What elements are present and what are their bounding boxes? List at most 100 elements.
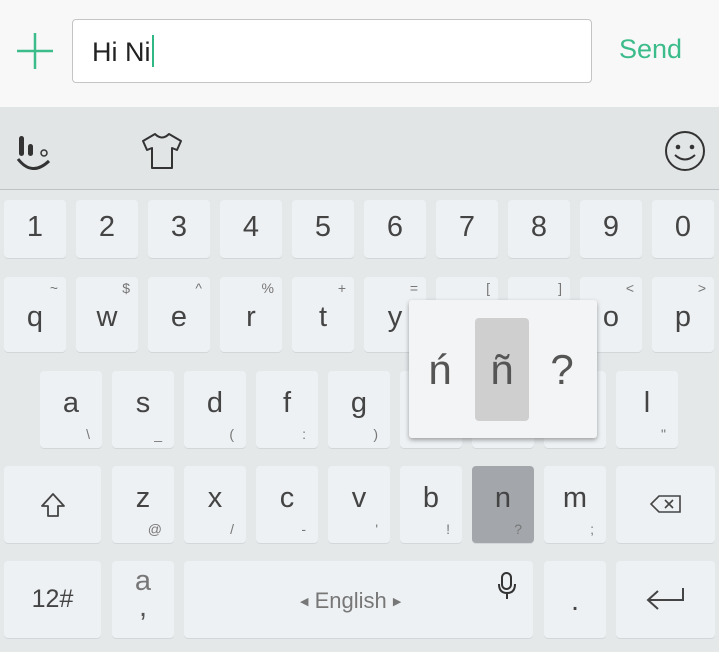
key-hint: ,	[138, 591, 148, 623]
key-hint: _	[154, 426, 162, 442]
enter-key[interactable]	[616, 561, 715, 638]
key-1[interactable]: 1	[4, 200, 66, 258]
key-label: 7	[458, 211, 476, 243]
key-label: m	[562, 482, 588, 514]
key-n[interactable]: n?	[472, 466, 534, 543]
key-label: v	[351, 482, 367, 514]
key-9[interactable]: 9	[580, 200, 642, 258]
key-label: f	[282, 387, 292, 419]
message-composer: Hi Ni Send	[0, 0, 719, 107]
key-hint: ]	[558, 280, 562, 296]
key-hint: \	[86, 426, 90, 442]
key-hint: +	[337, 280, 346, 296]
key-v[interactable]: v '	[328, 466, 390, 543]
key-label: d	[206, 387, 224, 419]
language-prev-icon[interactable]: ◀	[300, 596, 308, 608]
key-t[interactable]: t +	[292, 277, 354, 352]
space-key[interactable]: ◀ English ▶	[184, 561, 533, 638]
key-label: g	[350, 387, 368, 419]
key-label: 0	[674, 211, 692, 243]
key-b[interactable]: b!	[400, 466, 462, 543]
space-language-label: English	[314, 588, 387, 613]
key-s[interactable]: s _	[112, 371, 174, 448]
keyboard-toolbar	[0, 107, 719, 190]
microphone-icon[interactable]	[496, 571, 518, 601]
key-hint: %	[261, 280, 274, 296]
key-label: 12#	[31, 585, 74, 613]
key-hint: ^	[195, 280, 202, 296]
key-g[interactable]: g)	[328, 371, 390, 448]
key-hint: !	[446, 521, 450, 537]
key-l[interactable]: l "	[616, 371, 678, 448]
key-label: 9	[602, 211, 620, 243]
key-label: 5	[314, 211, 332, 243]
send-button[interactable]: Send	[619, 34, 682, 65]
key-hint: -	[301, 521, 306, 537]
key-hint: $	[122, 280, 130, 296]
key-x[interactable]: x /	[184, 466, 246, 543]
key-8[interactable]: 8	[508, 200, 570, 258]
touchpal-logo-icon[interactable]	[15, 133, 53, 173]
key-hint: @	[147, 521, 162, 537]
language-next-icon[interactable]: ▶	[393, 596, 401, 608]
key-label: 4	[242, 211, 260, 243]
key-label: 6	[386, 211, 404, 243]
key-label: n	[494, 482, 512, 514]
key-2[interactable]: 2	[76, 200, 138, 258]
key-w[interactable]: w $	[76, 277, 138, 352]
key-label: 2	[98, 211, 116, 243]
key-label: s	[135, 387, 151, 419]
key-z[interactable]: z @	[112, 466, 174, 543]
message-input[interactable]: Hi Ni	[72, 19, 592, 83]
key-label: 3	[170, 211, 188, 243]
theme-shirt-icon[interactable]	[140, 131, 184, 171]
symbols-key[interactable]: 12#	[4, 561, 101, 638]
key-hint: "	[661, 426, 666, 442]
key-hint: >	[697, 280, 706, 296]
text-caret	[151, 35, 154, 67]
key-hint: (	[229, 426, 234, 442]
add-attachment-icon[interactable]	[16, 32, 54, 70]
key-p[interactable]: p >	[652, 277, 714, 352]
key-3[interactable]: 3	[148, 200, 210, 258]
key-7[interactable]: 7	[436, 200, 498, 258]
key-label: b	[422, 482, 440, 514]
period-key[interactable]: .	[544, 561, 606, 638]
backspace-icon	[650, 495, 681, 513]
key-q[interactable]: q ~	[4, 277, 66, 352]
key-hint: ~	[49, 280, 58, 296]
emoji-smiley-icon[interactable]	[664, 130, 706, 172]
key-e[interactable]: e ^	[148, 277, 210, 352]
key-label: e	[170, 301, 188, 333]
key-hint: '	[375, 521, 378, 537]
key-hint: [	[486, 280, 490, 296]
key-hint: ?	[514, 521, 522, 537]
shift-key[interactable]	[4, 466, 101, 543]
key-label: l	[643, 387, 651, 419]
key-f[interactable]: f:	[256, 371, 318, 448]
key-hint: ;	[590, 521, 594, 537]
key-label: x	[207, 482, 223, 514]
key-label: p	[674, 301, 692, 333]
key-d[interactable]: d(	[184, 371, 246, 448]
key-c[interactable]: c-	[256, 466, 318, 543]
accent-option[interactable]: ?	[535, 318, 589, 421]
key-hint: )	[373, 426, 378, 442]
key-0[interactable]: 0	[652, 200, 714, 258]
key-6[interactable]: 6	[364, 200, 426, 258]
message-text: Hi Ni	[92, 37, 151, 67]
key-m[interactable]: m;	[544, 466, 606, 543]
key-4[interactable]: 4	[220, 200, 282, 258]
key-a[interactable]: a \	[40, 371, 102, 448]
key-r[interactable]: r%	[220, 277, 282, 352]
accent-option-selected[interactable]: ñ	[475, 318, 529, 421]
comma-key[interactable]: a,	[112, 561, 174, 638]
accent-option[interactable]: ń	[413, 318, 467, 421]
backspace-key[interactable]	[616, 466, 715, 543]
accent-popup: ń ñ ?	[409, 300, 597, 438]
key-label: a	[62, 387, 80, 419]
key-hint: =	[409, 280, 418, 296]
key-5[interactable]: 5	[292, 200, 354, 258]
key-label: r	[246, 301, 256, 333]
enter-icon	[646, 588, 684, 610]
